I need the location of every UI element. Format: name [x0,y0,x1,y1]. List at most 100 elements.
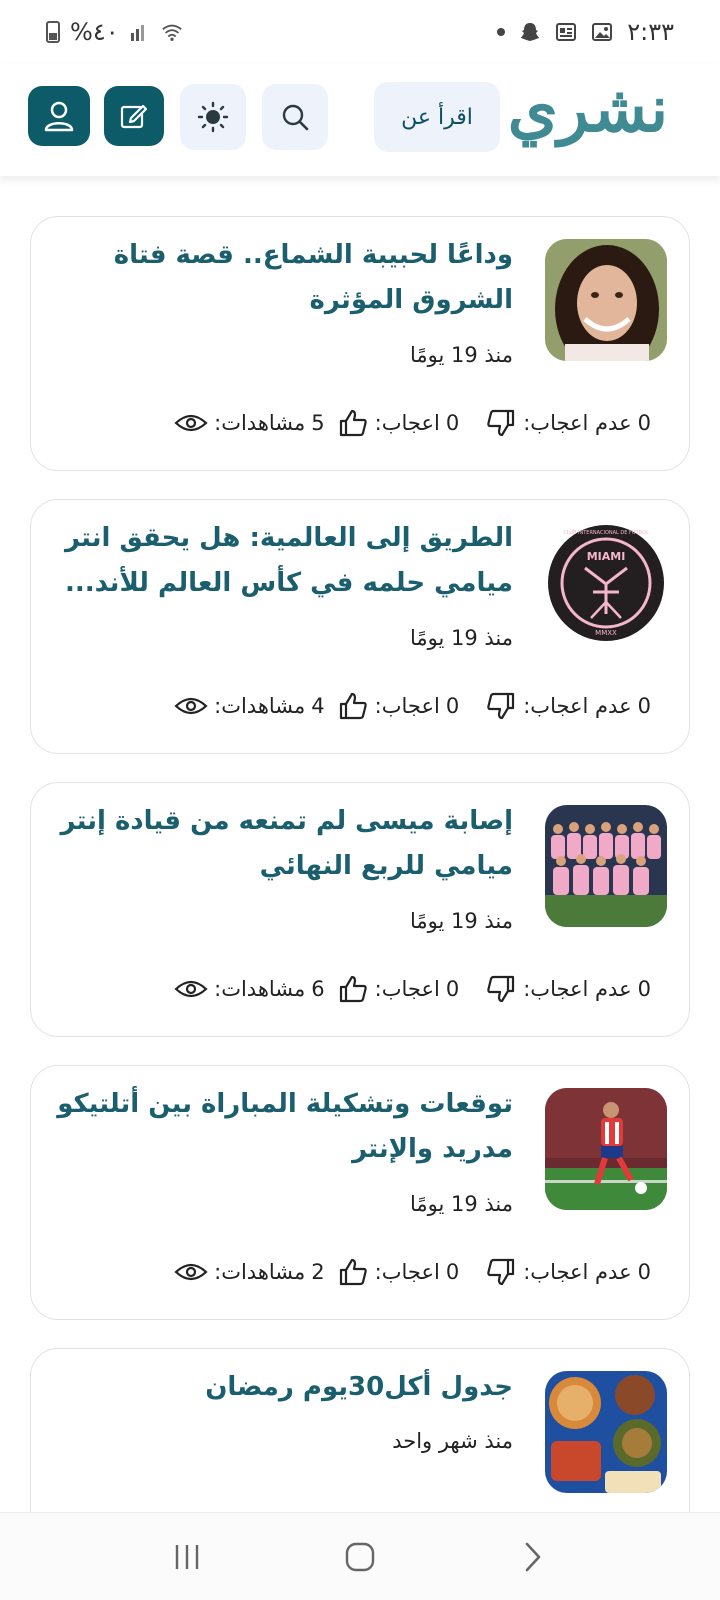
views-label: مشاهدات: [214,411,306,435]
club-logo-ring-text: CLUB INTERNACIONAL DE FÚTBOL [563,529,649,536]
post-thumbnail-team-photo[interactable] [545,805,667,927]
post-card[interactable]: إصابة ميسى لم تمنعه من قيادة إنتر ميامي … [30,782,690,1037]
likes-label: اعجاب: [374,1260,440,1284]
likes-count: 0 [445,694,460,718]
post-stats: مشاهدات: 2 اعجاب: 0 عدم اعجاب: 0 [174,1254,665,1290]
views-label: مشاهدات: [214,977,306,1001]
like-stat[interactable]: اعجاب: 0 [337,690,460,722]
post-title[interactable]: إصابة ميسى لم تمنعه من قيادة إنتر ميامي … [53,799,513,889]
search-button[interactable] [262,84,328,150]
thumbs-down-icon[interactable] [485,973,517,1005]
likes-count: 0 [445,977,460,1001]
thumbs-down-icon[interactable] [485,690,517,722]
snapchat-icon [521,23,540,41]
post-time: منذ 19 يومًا [409,626,513,650]
signal-icon [130,25,144,41]
thumbs-up-icon[interactable] [337,690,369,722]
eye-icon [174,980,208,998]
recent-apps-icon [175,1544,198,1569]
write-post-button[interactable] [104,86,164,146]
post-time: منذ 19 يومًا [409,909,513,933]
eye-icon [174,414,208,432]
home-icon [345,1542,375,1571]
views-label: مشاهدات: [214,694,306,718]
post-thumbnail-match-photo[interactable] [545,1088,667,1210]
likes-count: 0 [445,411,460,435]
dislike-stat[interactable]: عدم اعجاب: 0 [485,407,651,439]
likes-label: اعجاب: [374,977,440,1001]
portrait-image [545,239,667,361]
dislikes-label: عدم اعجاب: [523,411,632,435]
system-navigation-bar [0,1512,720,1600]
theme-toggle-button[interactable] [180,84,246,150]
dislikes-label: عدم اعجاب: [523,977,632,1001]
post-time: منذ 19 يومًا [409,343,513,367]
posts-feed: وداعًا لحبيبة الشماع.. قصة فتاة الشروق ا… [0,176,720,1512]
battery-icon [46,21,60,43]
eye-icon [174,697,208,715]
notification-dot-icon [497,28,506,36]
post-title[interactable]: الطريق إلى العالمية: هل يحقق انتر ميامي … [53,516,513,606]
dislike-stat[interactable]: عدم اعجاب: 0 [485,690,651,722]
sun-icon [197,101,229,133]
dislikes-count: 0 [637,1260,651,1284]
post-title[interactable]: وداعًا لحبيبة الشماع.. قصة فتاة الشروق ا… [53,233,513,323]
dislikes-label: عدم اعجاب: [523,694,632,718]
thumbs-up-icon[interactable] [337,1256,369,1288]
post-stats: مشاهدات: 4 اعجاب: 0 عدم اعجاب: 0 [174,688,665,724]
views-stat: مشاهدات: 5 [174,411,325,435]
home-button[interactable] [330,1527,390,1587]
views-label: مشاهدات: [214,1260,306,1284]
thumbs-up-icon[interactable] [337,973,369,1005]
post-thumbnail-food[interactable] [545,1371,667,1493]
back-button[interactable] [503,1527,563,1587]
profile-button[interactable] [28,86,90,146]
like-stat[interactable]: اعجاب: 0 [337,1256,460,1288]
dislikes-label: عدم اعجاب: [523,1260,632,1284]
likes-count: 0 [445,1260,460,1284]
news-icon [556,23,577,41]
like-stat[interactable]: اعجاب: 0 [337,407,460,439]
battery-percent: %٤٠ [70,18,119,46]
post-title[interactable]: جدول أكل30يوم رمضان [53,1365,513,1410]
site-logo[interactable]: نشري [508,72,670,147]
views-stat: مشاهدات: 4 [174,694,325,718]
thumbs-up-icon[interactable] [337,407,369,439]
post-card[interactable]: وداعًا لحبيبة الشماع.. قصة فتاة الشروق ا… [30,216,690,471]
club-logo-year: MMXX [595,629,617,637]
dislikes-count: 0 [637,411,651,435]
gallery-icon [592,23,613,41]
post-card[interactable]: جدول أكل30يوم رمضان منذ شهر واحد [30,1348,690,1512]
search-icon [282,104,309,131]
dislike-stat[interactable]: عدم اعجاب: 0 [485,973,651,1005]
wifi-icon [161,24,182,41]
thumbs-down-icon[interactable] [485,1256,517,1288]
dislike-stat[interactable]: عدم اعجاب: 0 [485,1256,651,1288]
post-time: منذ 19 يومًا [409,1192,513,1216]
status-right: ٢:٣٣ [497,18,674,46]
post-card[interactable]: MIAMI MMXX CLUB INTERNACIONAL DE FÚTBOL … [30,499,690,754]
eye-icon [174,1263,208,1281]
views-stat: مشاهدات: 6 [174,977,325,1001]
views-count: 5 [311,411,325,435]
views-stat: مشاهدات: 2 [174,1260,325,1284]
thumbs-down-icon[interactable] [485,407,517,439]
post-title[interactable]: توقعات وتشكيلة المباراة بين أتلتيكو مدري… [53,1082,513,1172]
post-card[interactable]: توقعات وتشكيلة المباراة بين أتلتيكو مدري… [30,1065,690,1320]
club-logo-image: MIAMI MMXX CLUB INTERNACIONAL DE FÚTBOL [545,522,667,644]
likes-label: اعجاب: [374,694,440,718]
post-thumbnail-portrait[interactable] [545,239,667,361]
like-stat[interactable]: اعجاب: 0 [337,973,460,1005]
dislikes-count: 0 [637,694,651,718]
chevron-right-icon [526,1542,541,1571]
edit-icon [120,104,148,129]
team-photo-image [545,805,667,927]
about-button[interactable]: اقرأ عن [374,82,500,152]
clock: ٢:٣٣ [627,18,674,46]
app-header: اقرأ عن نشري [0,64,720,176]
post-stats: مشاهدات: 6 اعجاب: 0 عدم اعجاب: 0 [174,971,665,1007]
post-time: منذ شهر واحد [392,1429,513,1453]
views-count: 4 [311,694,325,718]
post-thumbnail-club-logo[interactable]: MIAMI MMXX CLUB INTERNACIONAL DE FÚTBOL [545,522,667,644]
recent-apps-button[interactable] [157,1527,217,1587]
